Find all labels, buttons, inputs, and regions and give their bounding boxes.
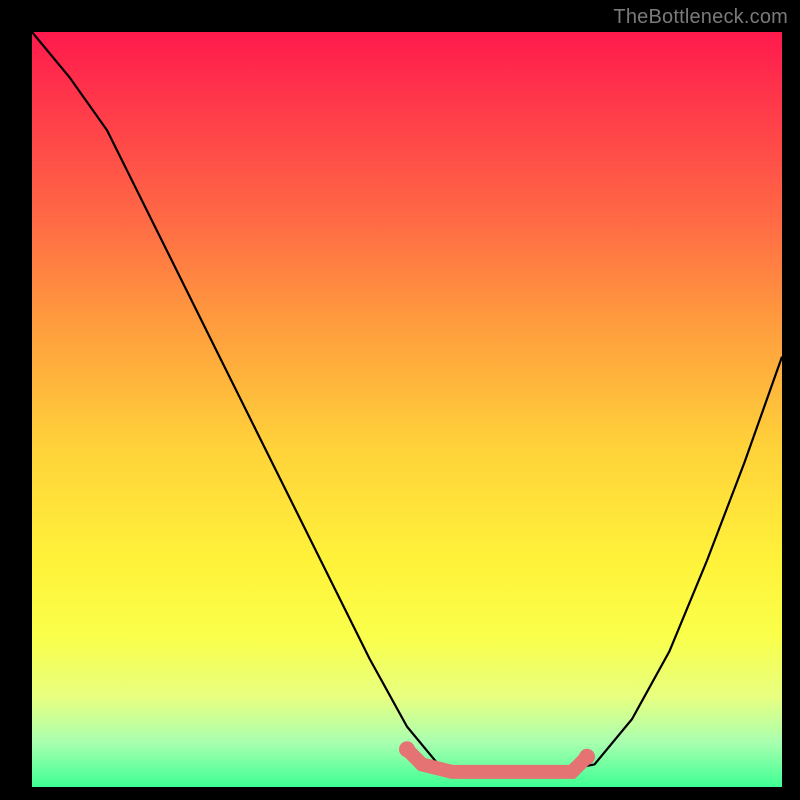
highlight-band [399, 741, 595, 772]
chart-stage: TheBottleneck.com [0, 0, 800, 800]
curve-line [32, 32, 782, 772]
watermark-text: TheBottleneck.com [613, 6, 788, 29]
chart-overlay [0, 0, 800, 800]
